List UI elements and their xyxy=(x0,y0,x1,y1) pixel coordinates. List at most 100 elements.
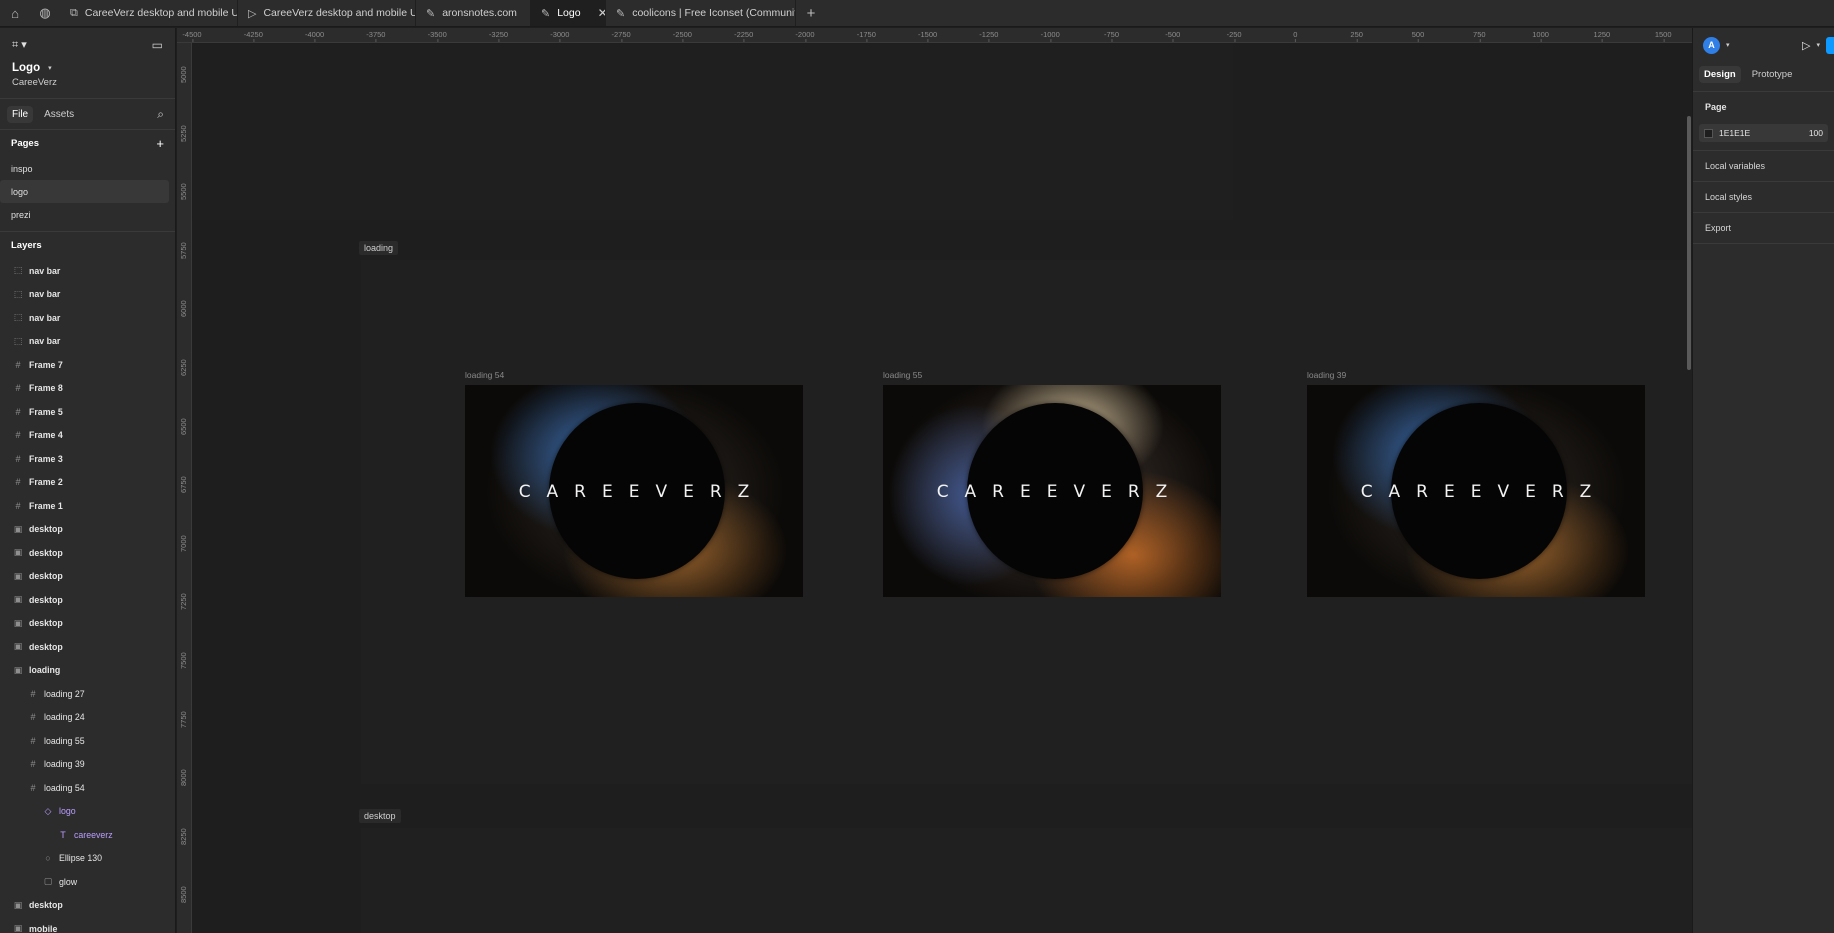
local-styles-section[interactable]: Local styles xyxy=(1693,182,1834,212)
search-icon[interactable]: ⌕ xyxy=(157,107,164,122)
new-tab-icon[interactable]: + xyxy=(796,0,826,26)
layer-item[interactable]: ▣ desktop xyxy=(0,612,175,636)
page-opacity-value[interactable]: 100 xyxy=(1809,128,1823,138)
chevron-down-icon[interactable]: ▾ xyxy=(48,64,52,72)
section-icon: ▣ xyxy=(13,594,23,605)
ruler-tick-label: -250 xyxy=(1226,30,1242,42)
section-desktop[interactable] xyxy=(361,828,1692,933)
layer-item[interactable]: ▣ desktop xyxy=(0,518,175,542)
file-title[interactable]: Logo ▾ xyxy=(0,57,175,74)
page-color-value[interactable]: 1E1E1E xyxy=(1719,128,1750,138)
component-set-icon: ⬚ xyxy=(13,288,23,299)
tabs-container: ⧉ CareeVerz desktop and mobile UI_fin: ▷ Ca… xyxy=(60,0,796,26)
project-name[interactable]: CareeVerz xyxy=(0,74,175,88)
browser-tab[interactable]: ✎ aronsnotes.com xyxy=(416,0,531,26)
section-icon: ▣ xyxy=(13,899,23,910)
section-icon: ▣ xyxy=(13,641,23,652)
right-panel-toolbar: A ▾ ▷ ▾ xyxy=(1693,28,1834,62)
section-label-loading[interactable]: loading xyxy=(359,241,399,255)
close-tab-icon[interactable]: ✕ xyxy=(598,6,605,20)
tab-file[interactable]: File xyxy=(7,105,34,123)
layer-item[interactable]: ◇ logo xyxy=(0,800,175,824)
globe-icon[interactable]: ◍ xyxy=(30,0,60,26)
careeverz-wordmark: CAREEVERZ xyxy=(1360,482,1608,502)
frame-label-loading-55[interactable]: loading 55 xyxy=(883,370,922,380)
layer-item[interactable]: ▣ desktop xyxy=(0,565,175,589)
frame-icon: # xyxy=(15,359,21,370)
layer-item[interactable]: # Frame 7 xyxy=(0,353,175,377)
add-page-icon[interactable]: + xyxy=(156,136,164,151)
layer-item[interactable]: # Frame 8 xyxy=(0,377,175,401)
page-color-field[interactable]: 1E1E1E 100 xyxy=(1699,124,1828,142)
layer-item[interactable]: ⬚ nav bar xyxy=(0,306,175,330)
frame-icon: # xyxy=(15,406,21,417)
layer-item[interactable]: # Frame 1 xyxy=(0,494,175,518)
browser-tab[interactable]: ⧉ CareeVerz desktop and mobile UI_fin: xyxy=(60,0,238,26)
page-item-inspo[interactable]: inspo xyxy=(0,157,169,180)
layer-item[interactable]: ▣ loading xyxy=(0,659,175,683)
chevron-down-icon[interactable]: ▾ xyxy=(1816,41,1820,49)
frame-label-loading-54[interactable]: loading 54 xyxy=(465,370,504,380)
frame-loading-55[interactable]: CAREEVERZ xyxy=(883,385,1221,597)
layer-item[interactable]: # Frame 3 xyxy=(0,447,175,471)
chevron-down-icon[interactable]: ▾ xyxy=(1726,41,1730,49)
frame-loading-39[interactable]: CAREEVERZ xyxy=(1307,385,1645,597)
layer-item[interactable]: # loading 55 xyxy=(0,729,175,753)
page-item-prezi[interactable]: prezi xyxy=(0,203,169,226)
layer-item[interactable]: # loading 24 xyxy=(0,706,175,730)
present-play-icon[interactable]: ▷ xyxy=(1802,39,1810,52)
layers-heading: Layers xyxy=(11,240,42,251)
layer-item[interactable]: ⬚ nav bar xyxy=(0,283,175,307)
layer-name: mobile xyxy=(29,923,58,933)
layer-item[interactable]: ⬚ nav bar xyxy=(0,259,175,283)
layer-item[interactable]: ▣ mobile xyxy=(0,917,175,933)
page-item-logo[interactable]: logo xyxy=(0,180,169,203)
vertical-scrollbar[interactable] xyxy=(1687,116,1691,370)
color-swatch[interactable] xyxy=(1704,128,1713,138)
browser-tab[interactable]: ✎ coolicons | Free Iconset (Community) xyxy=(606,0,796,26)
layer-item[interactable]: ⬚ nav bar xyxy=(0,330,175,354)
home-icon[interactable]: ⌂ xyxy=(0,0,30,26)
main-menu-icon[interactable]: ⌗ ▾ xyxy=(12,38,27,52)
tab-assets[interactable]: Assets xyxy=(39,106,79,123)
layer-item[interactable]: # Frame 2 xyxy=(0,471,175,495)
section-icon: ▣ xyxy=(13,664,23,675)
layer-item[interactable]: ▣ desktop xyxy=(0,894,175,918)
share-button[interactable] xyxy=(1826,36,1834,54)
layer-item[interactable]: ○ Ellipse 130 xyxy=(0,847,175,871)
canvas[interactable]: loading loading 54 CAREEVERZ loading 55 … xyxy=(193,44,1692,933)
export-section[interactable]: Export xyxy=(1693,213,1834,243)
layer-item[interactable]: ▣ desktop xyxy=(0,541,175,565)
browser-tab-bar: ⌂ ◍ ⧉ CareeVerz desktop and mobile UI_fin… xyxy=(0,0,1834,27)
layer-name: desktop xyxy=(29,571,63,582)
tab-prototype[interactable]: Prototype xyxy=(1747,66,1798,83)
ruler-tick-label: -2500 xyxy=(672,30,692,42)
layer-item[interactable]: # Frame 4 xyxy=(0,424,175,448)
layer-name: careeverz xyxy=(74,829,113,840)
image-icon: ▢ xyxy=(43,876,53,887)
frame-loading-54[interactable]: CAREEVERZ xyxy=(465,385,803,597)
section-label-desktop[interactable]: desktop xyxy=(359,809,401,823)
component-set-icon: ⬚ xyxy=(13,312,23,323)
ruler-tick-label: 5000 xyxy=(179,66,188,83)
layer-item[interactable]: # loading 54 xyxy=(0,776,175,800)
local-variables-section[interactable]: Local variables xyxy=(1693,151,1834,181)
frame-icon: # xyxy=(30,688,36,699)
browser-tab[interactable]: ▷ CareeVerz desktop and mobile UI_fin: xyxy=(238,0,416,26)
layer-item[interactable]: # loading 27 xyxy=(0,682,175,706)
layer-item[interactable]: # Frame 5 xyxy=(0,400,175,424)
browser-tab[interactable]: ✎ Logo ✕ xyxy=(531,0,606,26)
layer-item[interactable]: ▢ glow xyxy=(0,870,175,894)
frame-label-loading-39[interactable]: loading 39 xyxy=(1307,370,1346,380)
tab-design[interactable]: Design xyxy=(1699,66,1741,83)
layer-item[interactable]: # loading 39 xyxy=(0,753,175,777)
layer-item[interactable]: ▣ desktop xyxy=(0,588,175,612)
ruler-tick-label: 5250 xyxy=(179,124,188,142)
layer-item[interactable]: ▣ desktop xyxy=(0,635,175,659)
toggle-sidebar-icon[interactable]: ▭ xyxy=(152,38,163,52)
layer-item[interactable]: Tcareeverz xyxy=(0,823,175,847)
ruler-tick-label: 0 xyxy=(1293,30,1298,42)
pages-list: inspo logo prezi xyxy=(0,157,175,226)
avatar[interactable]: A xyxy=(1703,36,1720,54)
layer-name: Frame 7 xyxy=(29,359,63,370)
